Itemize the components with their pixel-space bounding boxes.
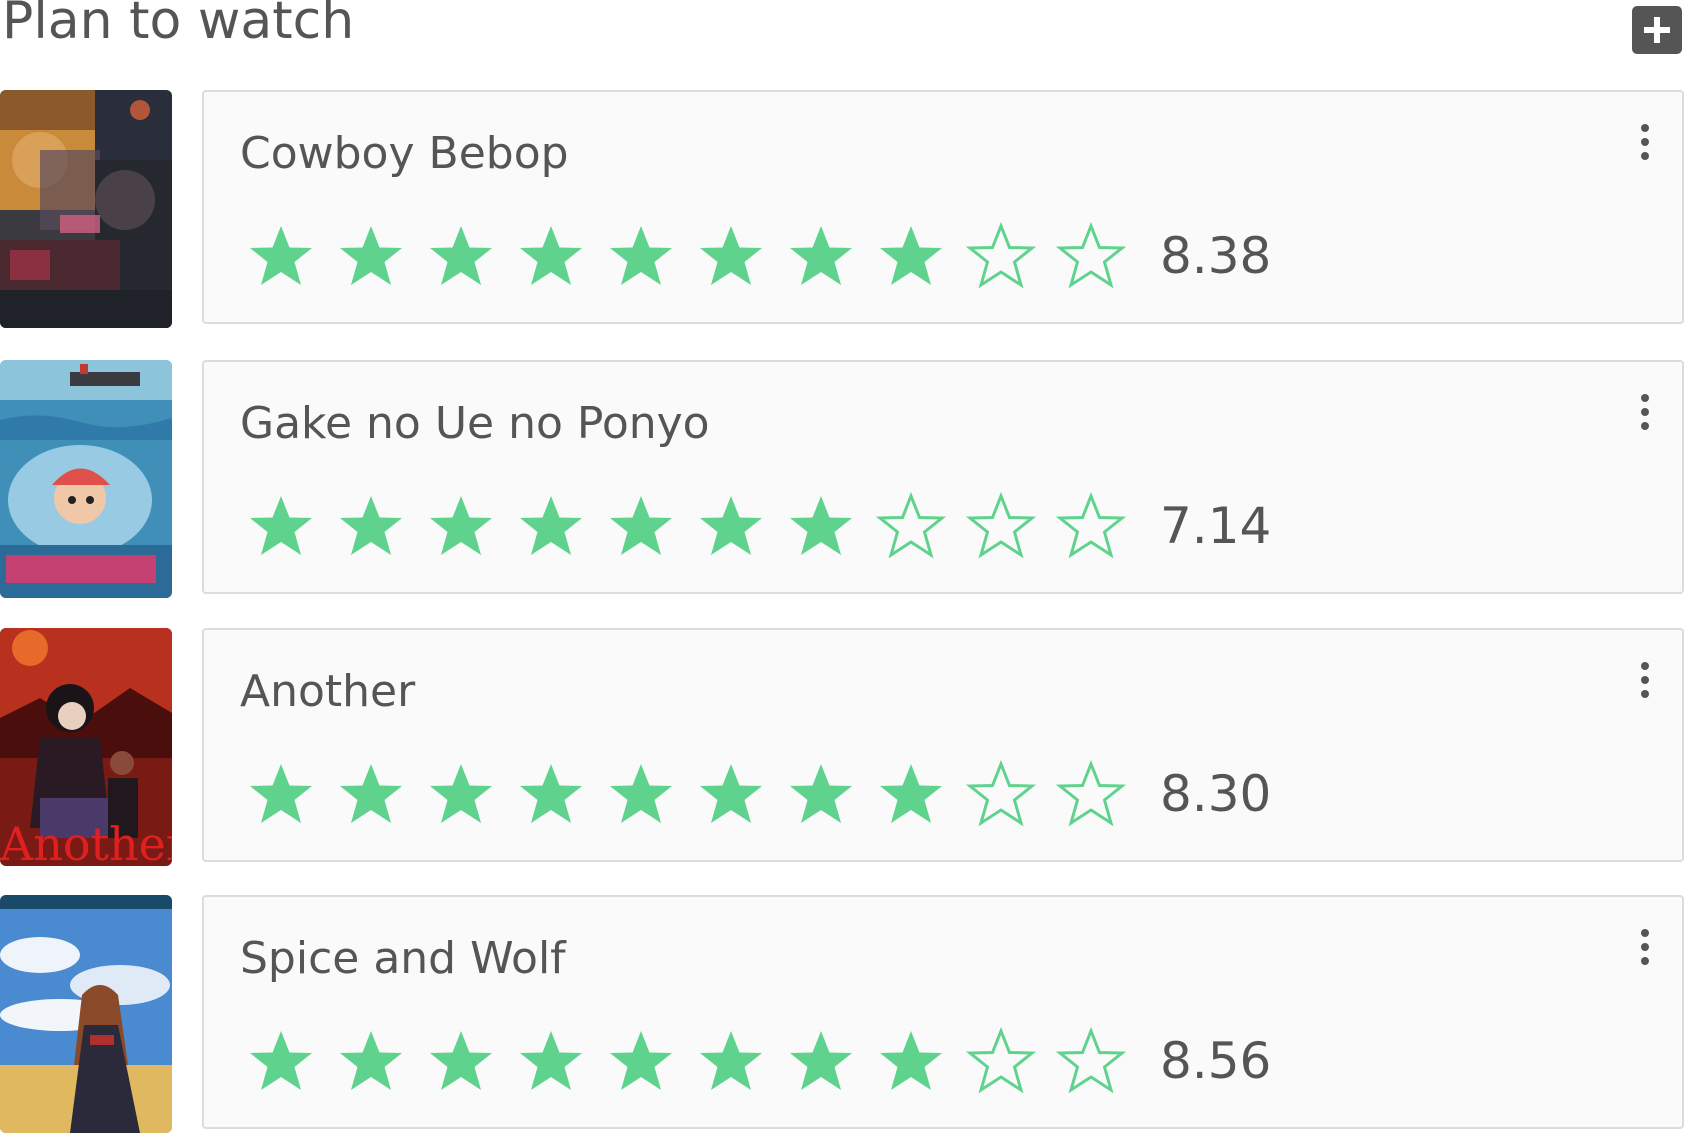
anime-card: Another 8.30 <box>202 628 1684 862</box>
star-filled-icon[interactable] <box>776 1021 866 1101</box>
star-filled-icon[interactable] <box>416 754 506 834</box>
anime-score: 7.14 <box>1160 497 1272 555</box>
star-filled-icon[interactable] <box>686 216 776 296</box>
more-options-button[interactable] <box>1630 118 1660 166</box>
star-rating: 8.30 <box>236 754 1271 834</box>
star-filled-icon[interactable] <box>326 216 416 296</box>
anime-card: Cowboy Bebop 8.38 <box>202 90 1684 324</box>
anime-score: 8.38 <box>1160 227 1272 285</box>
cowboy-bebop-poster[interactable] <box>0 90 172 328</box>
star-filled-icon[interactable] <box>866 1021 956 1101</box>
anime-title: Gake no Ue no Ponyo <box>240 398 710 449</box>
star-filled-icon[interactable] <box>686 486 776 566</box>
anime-card: Gake no Ue no Ponyo 7.14 <box>202 360 1684 594</box>
vertical-dots-icon <box>1641 662 1649 698</box>
anime-card: Spice and Wolf 8.56 <box>202 895 1684 1129</box>
star-filled-icon[interactable] <box>776 216 866 296</box>
anime-title: Another <box>240 666 416 717</box>
star-empty-icon[interactable] <box>1046 216 1136 296</box>
star-empty-icon[interactable] <box>1046 1021 1136 1101</box>
star-filled-icon[interactable] <box>416 1021 506 1101</box>
anime-entry-ponyo: Gake no Ue no Ponyo 7.14 <box>0 360 1686 598</box>
star-filled-icon[interactable] <box>236 1021 326 1101</box>
vertical-dots-icon <box>1641 124 1649 160</box>
poster-logo-text: Another <box>0 817 172 866</box>
anime-title: Spice and Wolf <box>240 933 566 984</box>
anime-entry-another: Another Another 8.30 <box>0 628 1686 866</box>
star-empty-icon[interactable] <box>956 216 1046 296</box>
add-button[interactable] <box>1632 6 1682 54</box>
star-filled-icon[interactable] <box>326 754 416 834</box>
vertical-dots-icon <box>1641 394 1649 430</box>
star-filled-icon[interactable] <box>866 216 956 296</box>
star-filled-icon[interactable] <box>506 1021 596 1101</box>
star-filled-icon[interactable] <box>686 1021 776 1101</box>
star-filled-icon[interactable] <box>326 1021 416 1101</box>
page-title: Plan to watch <box>2 0 355 51</box>
star-filled-icon[interactable] <box>236 216 326 296</box>
star-filled-icon[interactable] <box>596 486 686 566</box>
vertical-dots-icon <box>1641 929 1649 965</box>
star-filled-icon[interactable] <box>866 754 956 834</box>
anime-score: 8.30 <box>1160 765 1272 823</box>
star-empty-icon[interactable] <box>1046 486 1136 566</box>
star-filled-icon[interactable] <box>236 754 326 834</box>
star-filled-icon[interactable] <box>776 486 866 566</box>
anime-entry-cowboy-bebop: Cowboy Bebop 8.38 <box>0 90 1686 328</box>
star-filled-icon[interactable] <box>596 754 686 834</box>
anime-entry-spice-and-wolf: Spice and Wolf 8.56 <box>0 895 1686 1133</box>
header: Plan to watch <box>0 0 1686 60</box>
star-empty-icon[interactable] <box>956 486 1046 566</box>
star-empty-icon[interactable] <box>1046 754 1136 834</box>
more-options-button[interactable] <box>1630 923 1660 971</box>
spice-and-wolf-poster[interactable] <box>0 895 172 1133</box>
another-poster[interactable]: Another <box>0 628 172 866</box>
star-filled-icon[interactable] <box>686 754 776 834</box>
anime-score: 8.56 <box>1160 1032 1272 1090</box>
anime-title: Cowboy Bebop <box>240 128 569 179</box>
star-filled-icon[interactable] <box>506 216 596 296</box>
ponyo-poster[interactable] <box>0 360 172 598</box>
star-filled-icon[interactable] <box>506 754 596 834</box>
star-rating: 7.14 <box>236 486 1271 566</box>
star-rating: 8.56 <box>236 1021 1271 1101</box>
star-empty-icon[interactable] <box>956 754 1046 834</box>
star-filled-icon[interactable] <box>506 486 596 566</box>
star-filled-icon[interactable] <box>236 486 326 566</box>
more-options-button[interactable] <box>1630 656 1660 704</box>
star-rating: 8.38 <box>236 216 1271 296</box>
star-empty-icon[interactable] <box>866 486 956 566</box>
star-filled-icon[interactable] <box>416 486 506 566</box>
star-filled-icon[interactable] <box>776 754 866 834</box>
star-filled-icon[interactable] <box>596 1021 686 1101</box>
star-filled-icon[interactable] <box>596 216 686 296</box>
star-filled-icon[interactable] <box>416 216 506 296</box>
plus-icon <box>1644 17 1670 43</box>
more-options-button[interactable] <box>1630 388 1660 436</box>
star-filled-icon[interactable] <box>326 486 416 566</box>
star-empty-icon[interactable] <box>956 1021 1046 1101</box>
